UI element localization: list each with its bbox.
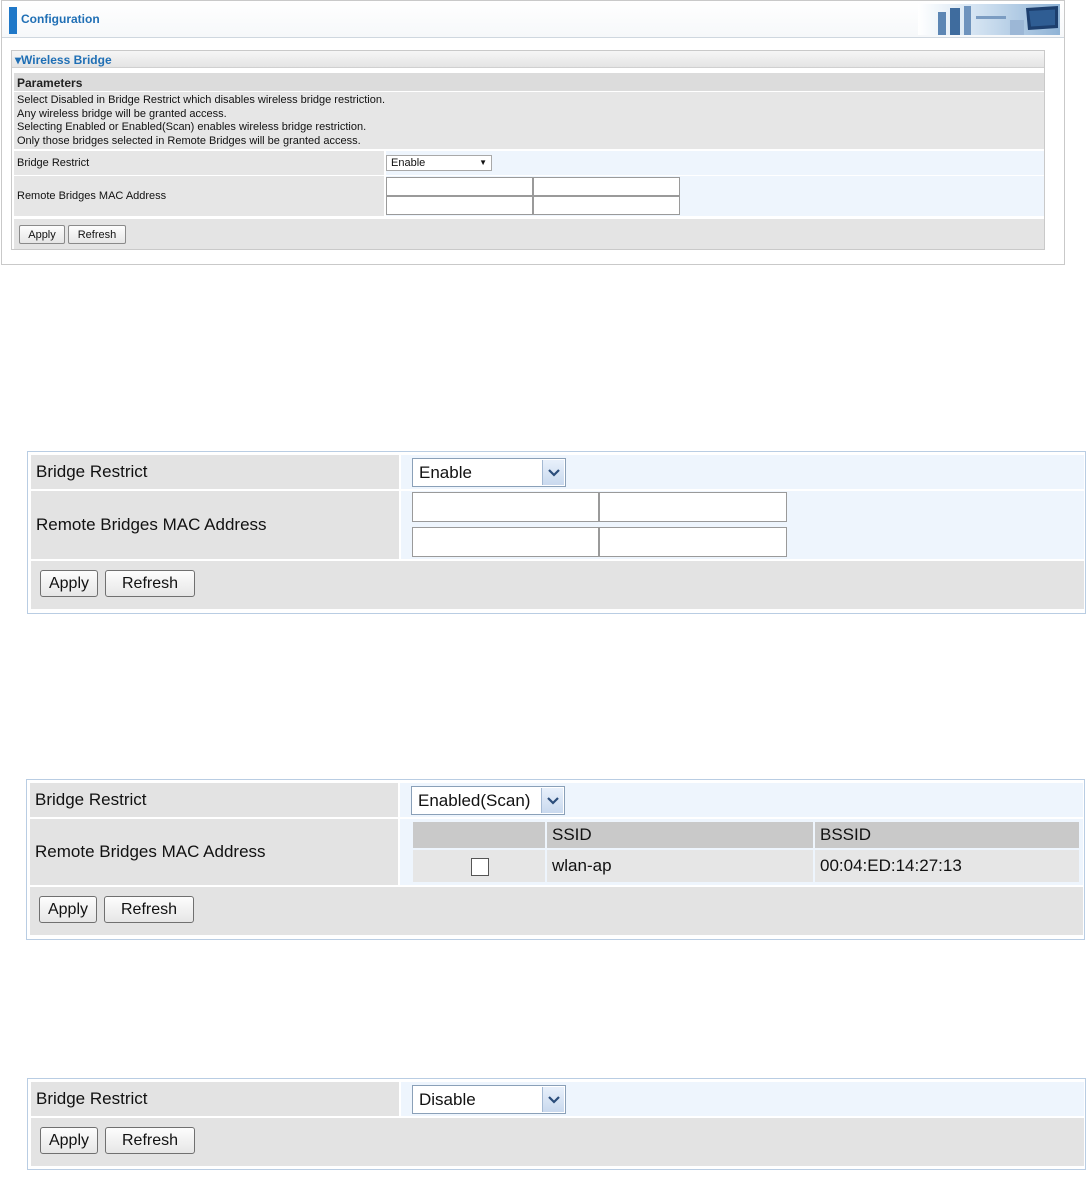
description-line: Only those bridges selected in Remote Br… — [17, 134, 361, 147]
button-bar: Apply Refresh — [31, 561, 1084, 609]
remote-mac-label: Remote Bridges MAC Address — [31, 491, 399, 559]
remote-mac-input-4[interactable] — [599, 527, 787, 557]
bridge-restrict-select[interactable]: Enable — [412, 458, 566, 487]
remote-mac-value-cell — [386, 176, 1044, 216]
table-row-ssid: wlan-ap — [547, 850, 813, 882]
table-header-bssid: BSSID — [815, 822, 1079, 848]
apply-button[interactable]: Apply — [39, 896, 97, 923]
remote-mac-row: Remote Bridges MAC Address — [14, 176, 1044, 216]
bridge-restrict-label: Bridge Restrict — [14, 151, 384, 175]
remote-mac-input-2[interactable] — [599, 492, 787, 522]
bridge-restrict-row: Bridge Restrict Enable ▼ — [14, 151, 1044, 175]
configuration-header: Configuration — [2, 1, 1064, 38]
bridge-restrict-value-cell: Enabled(Scan) — [400, 783, 1083, 817]
remote-mac-input-3[interactable] — [386, 196, 533, 215]
page-title: Configuration — [21, 12, 100, 26]
description-line: Any wireless bridge will be granted acce… — [17, 107, 227, 120]
refresh-button[interactable]: Refresh — [104, 896, 194, 923]
button-bar: Apply Refresh — [30, 887, 1083, 935]
chevron-down-icon — [541, 788, 563, 813]
parameters-title: Parameters — [17, 76, 83, 90]
table-header-select — [413, 822, 545, 848]
table-header-ssid: SSID — [547, 822, 813, 848]
parameters-header: Parameters — [14, 73, 1044, 91]
bridge-restrict-select[interactable]: Enabled(Scan) — [411, 786, 565, 815]
dropdown-arrow-icon: ▼ — [479, 158, 487, 167]
bridge-select-checkbox[interactable] — [471, 858, 489, 876]
remote-mac-input-3[interactable] — [412, 527, 599, 557]
apply-button[interactable]: Apply — [40, 570, 98, 597]
apply-button[interactable]: Apply — [19, 225, 65, 244]
header-office-illustration-icon — [918, 4, 1060, 35]
button-bar: Apply Refresh — [31, 1118, 1084, 1166]
bridge-restrict-label: Bridge Restrict — [30, 783, 398, 817]
bridge-restrict-disable-panel: Bridge Restrict Disable Apply Refresh — [27, 1078, 1086, 1170]
description-line: Select Disabled in Bridge Restrict which… — [17, 94, 386, 106]
wireless-bridge-panel: ▾Wireless Bridge Parameters Select Disab… — [11, 50, 1045, 250]
bridge-restrict-enable-panel: Bridge Restrict Enable Remote Bridges MA… — [27, 451, 1086, 614]
header-accent-bar — [9, 7, 17, 34]
remote-mac-input-4[interactable] — [533, 196, 680, 215]
remote-mac-input-1[interactable] — [412, 492, 599, 522]
bridge-restrict-value-cell: Disable — [401, 1082, 1084, 1116]
bridge-restrict-selected-value: Disable — [419, 1090, 476, 1109]
chevron-down-icon — [542, 460, 564, 485]
bridge-restrict-select[interactable]: Enable ▼ — [386, 155, 492, 171]
apply-button[interactable]: Apply — [40, 1127, 98, 1154]
button-bar: Apply Refresh — [14, 219, 1044, 249]
wireless-bridge-section-header[interactable]: ▾Wireless Bridge — [12, 51, 1044, 68]
bridge-restrict-label: Bridge Restrict — [31, 455, 399, 489]
refresh-button[interactable]: Refresh — [68, 225, 126, 244]
configuration-window: Configuration ▾Wireless Bridge Parameter… — [1, 0, 1065, 265]
bridge-restrict-selected-value: Enable — [419, 463, 472, 482]
wireless-bridge-title: ▾Wireless Bridge — [15, 53, 112, 67]
bridge-restrict-value-cell: Enable ▼ — [386, 151, 1044, 175]
remote-mac-input-2[interactable] — [533, 177, 680, 196]
description-line: Selecting Enabled or Enabled(Scan) enabl… — [17, 121, 367, 133]
remote-mac-value-cell — [401, 491, 1084, 559]
bridge-restrict-selected-value: Enable — [391, 157, 426, 169]
bridge-restrict-label: Bridge Restrict — [31, 1082, 399, 1116]
table-row-select-cell — [413, 850, 545, 882]
description-text: Select Disabled in Bridge Restrict which… — [14, 92, 1044, 149]
remote-mac-label: Remote Bridges MAC Address — [14, 176, 384, 216]
table-row-bssid: 00:04:ED:14:27:13 — [815, 850, 1079, 882]
bridge-restrict-selected-value: Enabled(Scan) — [418, 791, 531, 810]
chevron-down-icon — [542, 1087, 564, 1112]
bridge-restrict-value-cell: Enable — [401, 455, 1084, 489]
refresh-button[interactable]: Refresh — [105, 1127, 195, 1154]
remote-mac-label: Remote Bridges MAC Address — [30, 819, 398, 885]
bridge-restrict-select[interactable]: Disable — [412, 1085, 566, 1114]
remote-mac-input-1[interactable] — [386, 177, 533, 196]
refresh-button[interactable]: Refresh — [105, 570, 195, 597]
